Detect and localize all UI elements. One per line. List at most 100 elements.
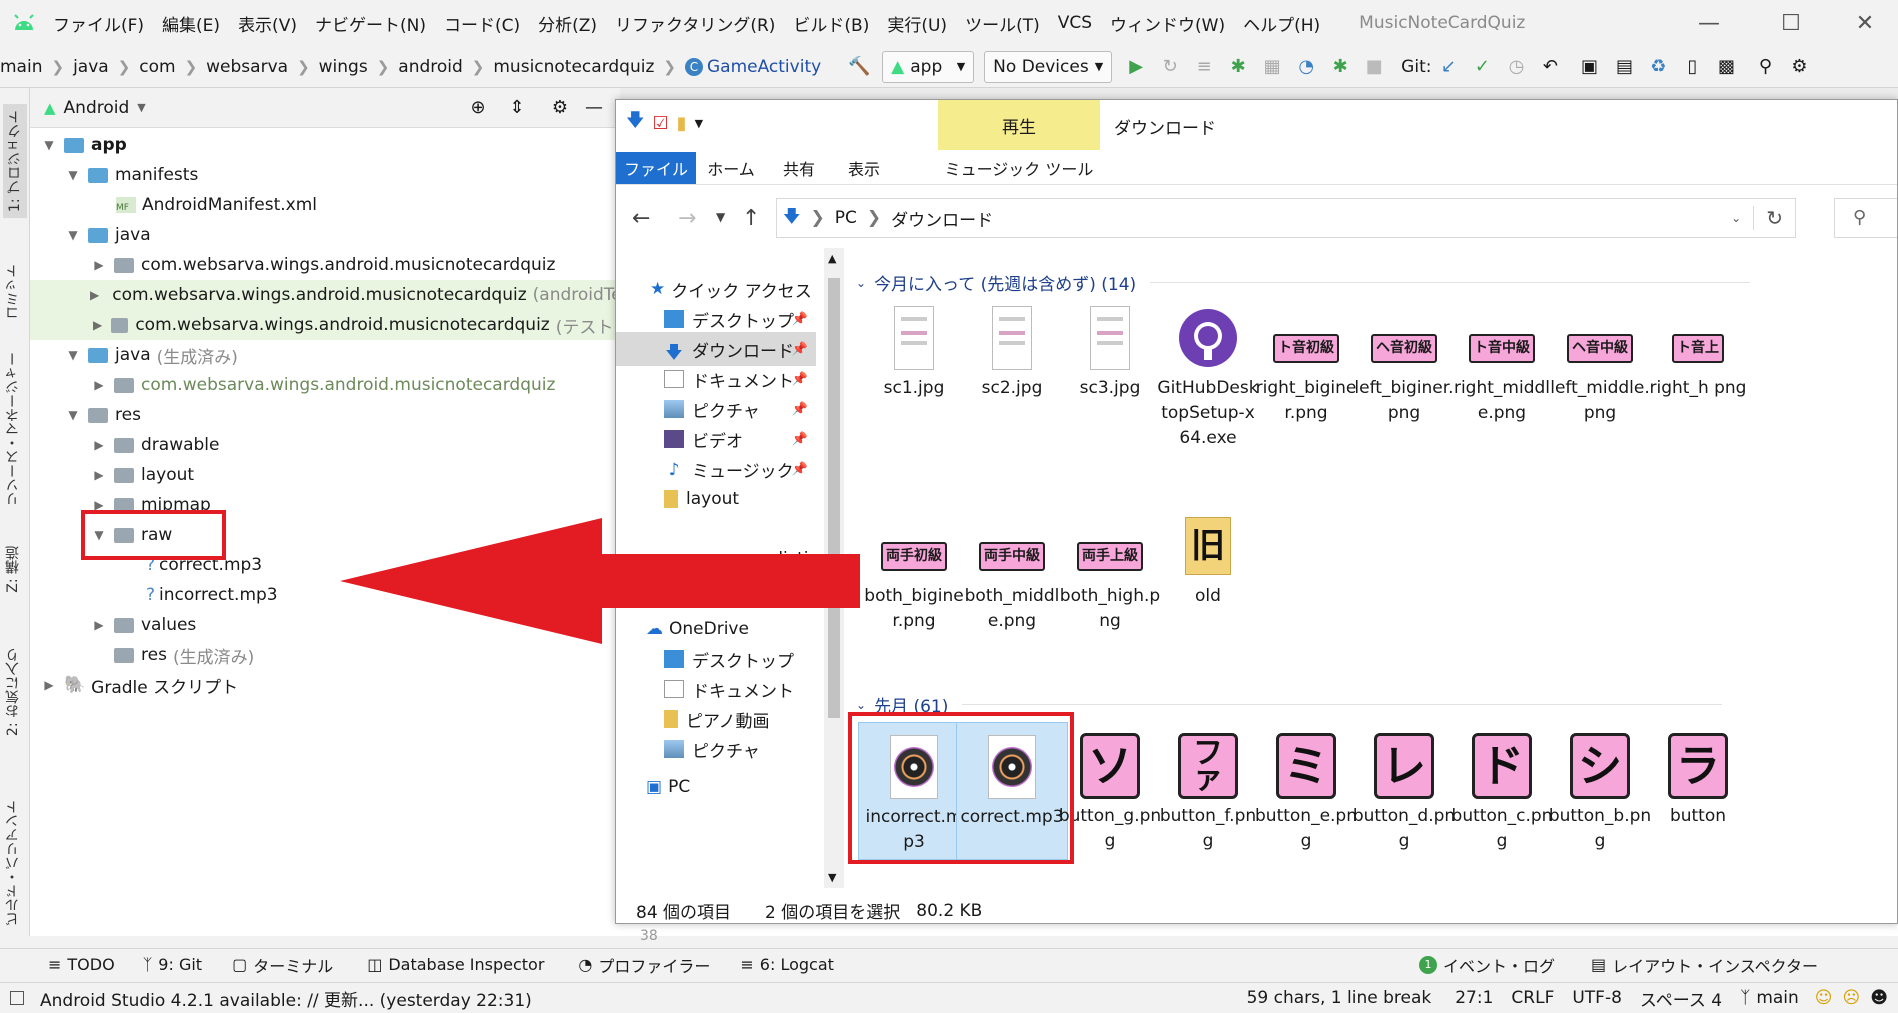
menu-vcs[interactable]: VCS (1049, 13, 1101, 33)
pin-icon[interactable]: 📌 (792, 312, 808, 327)
pin-icon[interactable]: 📌 (792, 432, 808, 447)
file-item[interactable]: ヘ音初級 left_biginer.png (1348, 294, 1460, 432)
git-update-icon[interactable]: ↙ (1436, 55, 1460, 79)
chevron-down-icon[interactable]: ⌄ (1731, 211, 1741, 225)
file-item[interactable]: ト音中級 right_middle.png (1446, 294, 1558, 432)
menu-code[interactable]: コード(C) (435, 11, 529, 36)
file-item[interactable]: レ button_d.png (1348, 722, 1460, 860)
layout-inspector-icon[interactable]: ▤ (1612, 55, 1636, 79)
file-item[interactable]: 両手初級 both_biginer.png (858, 502, 970, 640)
file-item[interactable]: b_high.mp (1054, 882, 1166, 888)
tree-node-java-generated[interactable]: ▼ java (生成済み) (64, 340, 238, 370)
properties-icon[interactable]: ☑ (653, 113, 669, 134)
file-item[interactable]: シ button_b.png (1544, 722, 1656, 860)
tree-node-gradle[interactable]: ▶ 🐘 Gradle スクリプト (40, 670, 238, 700)
nav-desktop[interactable]: デスクトップ 📌 (616, 302, 816, 336)
file-item[interactable]: 旧 old (1152, 502, 1264, 640)
project-structure-icon[interactable]: ▣ (1577, 55, 1601, 79)
nav-od-piano[interactable]: ピアノ動画 (616, 702, 816, 736)
file-item[interactable]: a_sharp.mp (1446, 882, 1558, 888)
view-mode-select[interactable]: Android (64, 98, 130, 118)
menu-run[interactable]: 実行(U) (878, 11, 956, 36)
breadcrumb-item[interactable]: java (73, 57, 109, 77)
nav-pc[interactable]: ▣ PC (616, 770, 816, 804)
nav-downloads[interactable]: 🡇 ダウンロード 📌 (616, 332, 816, 366)
tab-share[interactable]: 共有 (766, 152, 832, 184)
expanded-arrow-icon[interactable]: ▼ (64, 168, 82, 182)
breadcrumb-item[interactable]: websarva (206, 57, 288, 77)
tab-todo[interactable]: ≡ TODO (48, 955, 115, 974)
download-arrow-icon[interactable]: 🡇 (626, 108, 645, 138)
scroll-thumb[interactable] (828, 278, 840, 718)
maximize-button[interactable]: ☐ (1758, 0, 1824, 46)
group-header-this-month[interactable]: ⌄ 今月に入って (先週は含めず) (14) (856, 270, 1751, 295)
scroll-down-icon[interactable]: ▼ (828, 871, 836, 884)
pin-icon[interactable]: 📌 (792, 342, 808, 357)
tab-build-variants[interactable]: ビルド・バリアント (3, 800, 23, 926)
tab-structure[interactable]: Z: 構造 (3, 546, 23, 593)
tab-project[interactable]: 1: プロジェクト (3, 104, 27, 219)
breadcrumb-item[interactable]: android (398, 57, 463, 77)
file-item[interactable]: sc2.jpg (956, 294, 1068, 432)
menu-refactor[interactable]: リファクタリング(R) (606, 11, 784, 36)
pin-icon[interactable]: 📌 (792, 462, 808, 477)
stop-icon[interactable]: ■ (1362, 55, 1386, 79)
up-arrow-icon[interactable]: ↑ (742, 206, 760, 231)
expanded-arrow-icon[interactable]: ▼ (64, 408, 82, 422)
menu-window[interactable]: ウィンドウ(W) (1101, 11, 1234, 36)
refresh-icon[interactable]: ↻ (1753, 206, 1795, 230)
tab-logcat[interactable]: ≡ 6: Logcat (740, 955, 834, 974)
file-item[interactable]: ト音上 right_h png (1642, 294, 1754, 432)
menu-help[interactable]: ヘルプ(H) (1234, 11, 1329, 36)
file-item[interactable]: GitHubDesktopSetup-x64.exe (1152, 294, 1264, 448)
nav-music[interactable]: ♪ ミュージック 📌 (616, 452, 816, 486)
tab-favorites[interactable]: 2: お気に入り (3, 648, 23, 736)
tree-node-manifests[interactable]: ▼ manifests (64, 160, 198, 190)
forward-arrow-icon[interactable]: → (678, 206, 696, 231)
nav-od-desktop[interactable]: デスクトップ (616, 642, 816, 676)
sdk-manager-icon[interactable]: ▩ (1714, 55, 1738, 79)
minimize-button[interactable]: — (1676, 0, 1742, 46)
close-button[interactable]: ✕ (1832, 0, 1898, 46)
menu-tools[interactable]: ツール(T) (956, 11, 1049, 36)
file-item[interactable]: ラ button (1642, 722, 1754, 860)
address-pc[interactable]: PC (835, 208, 857, 228)
tree-node-app[interactable]: ▼ app (40, 130, 126, 160)
search-input[interactable]: ⚲ (1834, 198, 1897, 238)
indent-setting[interactable]: スペース 4 (1640, 986, 1722, 1011)
file-item[interactable]: ceg.mp3 (858, 882, 970, 888)
tree-node-package-generated[interactable]: ▶ com.websarva.wings.android.musicnoteca… (90, 370, 555, 400)
avd-manager-icon[interactable]: ▯ (1680, 55, 1704, 79)
run-icon[interactable]: ▶ (1124, 55, 1148, 79)
collapsed-arrow-icon[interactable]: ▶ (90, 318, 105, 332)
nav-documents[interactable]: ドキュメント 📌 (616, 362, 816, 396)
collapsed-arrow-icon[interactable]: ▶ (90, 438, 108, 452)
collapsed-arrow-icon[interactable]: ▶ (90, 378, 108, 392)
nav-quick-access[interactable]: ★ クイック アクセス (616, 272, 816, 306)
collapsed-arrow-icon[interactable]: ▶ (90, 468, 108, 482)
line-separator[interactable]: CRLF (1511, 988, 1554, 1008)
chevron-down-icon[interactable]: ▼ (695, 117, 703, 130)
hide-icon[interactable]: — (582, 96, 606, 120)
apply-changes-icon[interactable]: ↻ (1158, 55, 1182, 79)
back-arrow-icon[interactable]: ← (632, 206, 650, 231)
tree-node-package-android-test[interactable]: ▶ com.websarva.wings.android.musicnoteca… (30, 280, 620, 310)
git-history-icon[interactable]: ◷ (1504, 55, 1528, 79)
nav-od-documents[interactable]: ドキュメント (616, 672, 816, 706)
menu-build[interactable]: ビルド(B) (784, 11, 878, 36)
tab-file[interactable]: ファイル (616, 152, 696, 184)
status-message[interactable]: Android Studio 4.2.1 available: // 更新...… (40, 986, 532, 1011)
device-select[interactable]: No Devices ▼ (984, 50, 1113, 83)
pin-icon[interactable]: 📌 (792, 402, 808, 417)
tree-node-android-manifest[interactable]: MF AndroidManifest.xml (116, 190, 317, 220)
caret-position[interactable]: 27:1 (1455, 988, 1493, 1008)
collapsed-arrow-icon[interactable]: ▶ (90, 288, 99, 302)
tab-view[interactable]: 表示 (832, 152, 896, 184)
address-bar[interactable]: 🡇 ❯ PC ❯ ダウンロード ⌄ ↻ (776, 198, 1796, 238)
pin-icon[interactable]: 📌 (792, 372, 808, 387)
file-item[interactable]: g_high. (1642, 882, 1754, 888)
tree-node-incorrect-mp3[interactable]: ? incorrect.mp3 (146, 580, 278, 610)
tree-node-res[interactable]: ▼ res (64, 400, 141, 430)
tab-music-tools[interactable]: ミュージック ツール (938, 152, 1100, 184)
breadcrumb-item[interactable]: com (139, 57, 175, 77)
